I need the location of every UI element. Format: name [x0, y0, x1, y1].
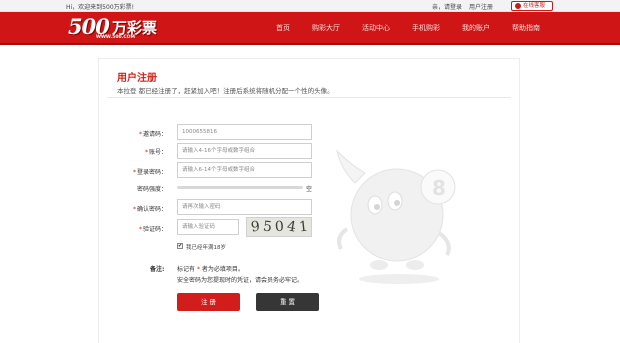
- online-service-label: 在线客服: [523, 3, 546, 9]
- mascot-ball-icon: 8: [336, 149, 456, 284]
- reset-button[interactable]: 重 置: [256, 293, 319, 311]
- divider: [107, 97, 511, 98]
- nav-item-account[interactable]: 我的账户: [451, 12, 501, 45]
- age-agree-label: 我已经年满18岁: [186, 245, 226, 251]
- captcha-image[interactable]: 9 5 0 4 1: [246, 217, 312, 237]
- page-description: 本拉登 都已经注册了，赶紧加入吧！注册后系统将随机分配一个性的头像。: [117, 87, 334, 95]
- captcha-input[interactable]: 请输入验证码: [177, 219, 239, 235]
- invite-code-field[interactable]: 1000655816: [177, 124, 312, 140]
- nav-item-home[interactable]: 首页: [265, 12, 301, 45]
- captcha-char: 4: [285, 218, 298, 236]
- nav-item-mobile[interactable]: 手机购彩: [401, 12, 451, 45]
- phone-icon: [515, 3, 521, 9]
- register-link[interactable]: 用户注册: [469, 4, 493, 11]
- confirm-password-input[interactable]: 请再次输入密码: [177, 199, 312, 215]
- nav-item-help[interactable]: 帮助指南: [501, 12, 551, 45]
- site-header: 500 万彩票 WWW.500.COM 首页 购彩大厅 活动中心 手机购彩 我的…: [0, 12, 620, 45]
- confirm-password-label: *确认密码：: [132, 206, 167, 213]
- account-label: *账号：: [144, 149, 167, 156]
- svg-text:8: 8: [432, 176, 446, 200]
- nav-item-lottery-hall[interactable]: 购彩大厅: [301, 12, 351, 45]
- captcha-char: 9: [249, 218, 261, 236]
- password-strength-bar: [177, 186, 303, 189]
- account-input[interactable]: 请输入4-16个字母或数字组合: [177, 143, 312, 159]
- nav-item-events[interactable]: 活动中心: [351, 12, 401, 45]
- password-strength-label: 密码强度：: [136, 186, 167, 193]
- note-label: 备注:: [150, 266, 165, 273]
- captcha-label: *验证码：: [138, 226, 167, 233]
- note-security: 安全密码为您提现时的凭证，请会员务必牢记。: [177, 277, 304, 284]
- password-input[interactable]: 请输入6-14个字母或数字组合: [177, 162, 312, 178]
- age-agree-checkbox[interactable]: ✔: [177, 243, 183, 249]
- site-logo[interactable]: 500 万彩票 WWW.500.COM: [68, 14, 168, 42]
- invite-code-label: *邀请码：: [138, 131, 167, 138]
- register-button[interactable]: 注 册: [177, 293, 240, 311]
- captcha-char: 1: [298, 218, 309, 236]
- logo-url: WWW.500.COM: [96, 35, 135, 40]
- online-service-button[interactable]: 在线客服: [511, 1, 553, 11]
- login-link[interactable]: 亲，请登录: [432, 4, 462, 11]
- top-bar: Hi，欢迎来到500万彩票! 亲，请登录 用户注册 在线客服: [0, 0, 620, 12]
- captcha-char: 0: [274, 218, 285, 236]
- page-title: 用户注册: [117, 73, 157, 84]
- top-links: 亲，请登录 用户注册: [432, 2, 498, 11]
- captcha-char: 5: [262, 218, 273, 236]
- password-strength-value: 空: [306, 186, 313, 193]
- note-required: 标记有 * 者为必填项目。: [177, 266, 244, 273]
- welcome-text: Hi，欢迎来到500万彩票!: [66, 4, 135, 11]
- main-nav: 首页 购彩大厅 活动中心 手机购彩 我的账户 帮助指南: [265, 12, 551, 45]
- password-label: *登录密码：: [132, 169, 167, 176]
